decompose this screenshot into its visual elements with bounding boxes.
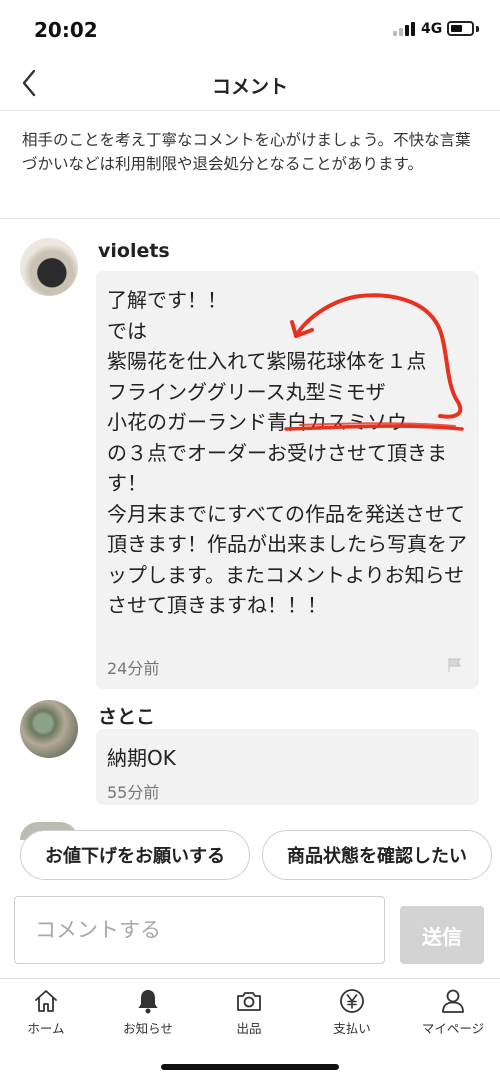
- tab-payment[interactable]: 支払い: [302, 987, 402, 1039]
- tab-notifications[interactable]: お知らせ: [98, 987, 198, 1039]
- send-button[interactable]: 送信: [400, 906, 484, 964]
- yen-icon: [340, 989, 364, 1013]
- tab-sell[interactable]: 出品: [199, 987, 299, 1039]
- home-indicator: [161, 1064, 339, 1070]
- divider: [0, 110, 500, 111]
- flag-icon[interactable]: [447, 657, 463, 673]
- tab-label: 支払い: [333, 1021, 371, 1036]
- tab-label: 出品: [236, 1021, 262, 1036]
- comment-text: 納期OK: [107, 746, 176, 770]
- comment-time: 24分前: [107, 659, 160, 678]
- page-title: コメント: [211, 76, 288, 98]
- tab-mypage[interactable]: マイページ: [403, 987, 500, 1039]
- comment-text: 了解です！！ では 紫陽花を仕入れて紫陽花球体を１点 フラインググリース丸型ミモ…: [107, 288, 467, 617]
- status-time: 20:02: [34, 18, 98, 42]
- person-icon: [442, 989, 464, 1013]
- suggestion-chip-condition[interactable]: 商品状態を確認したい: [262, 830, 492, 880]
- comment-input[interactable]: [14, 896, 385, 964]
- network-type: 4G: [421, 21, 443, 37]
- comment-time: 55分前: [107, 783, 160, 802]
- comment-username[interactable]: violets: [98, 240, 170, 262]
- camera-icon: [237, 992, 261, 1011]
- tab-home[interactable]: ホーム: [0, 987, 96, 1039]
- tab-label: ホーム: [27, 1021, 65, 1036]
- battery-tip: [476, 26, 479, 32]
- tab-label: お知らせ: [123, 1021, 173, 1036]
- suggestion-chip-price-down[interactable]: お値下げをお願いする: [20, 830, 250, 880]
- comment-guideline-notice: 相手のことを考え丁寧なコメントを心がけましょう。不快な言葉づかいなどは利用制限や…: [22, 131, 471, 173]
- bell-icon: [138, 990, 158, 1014]
- divider: [0, 218, 500, 219]
- tab-label: マイページ: [421, 1021, 485, 1036]
- signal-icon: [393, 22, 417, 36]
- avatar[interactable]: [20, 238, 78, 296]
- avatar[interactable]: [20, 700, 78, 758]
- comment-username[interactable]: さとこ: [98, 702, 155, 729]
- battery-icon: [447, 21, 474, 36]
- home-icon: [35, 990, 57, 1012]
